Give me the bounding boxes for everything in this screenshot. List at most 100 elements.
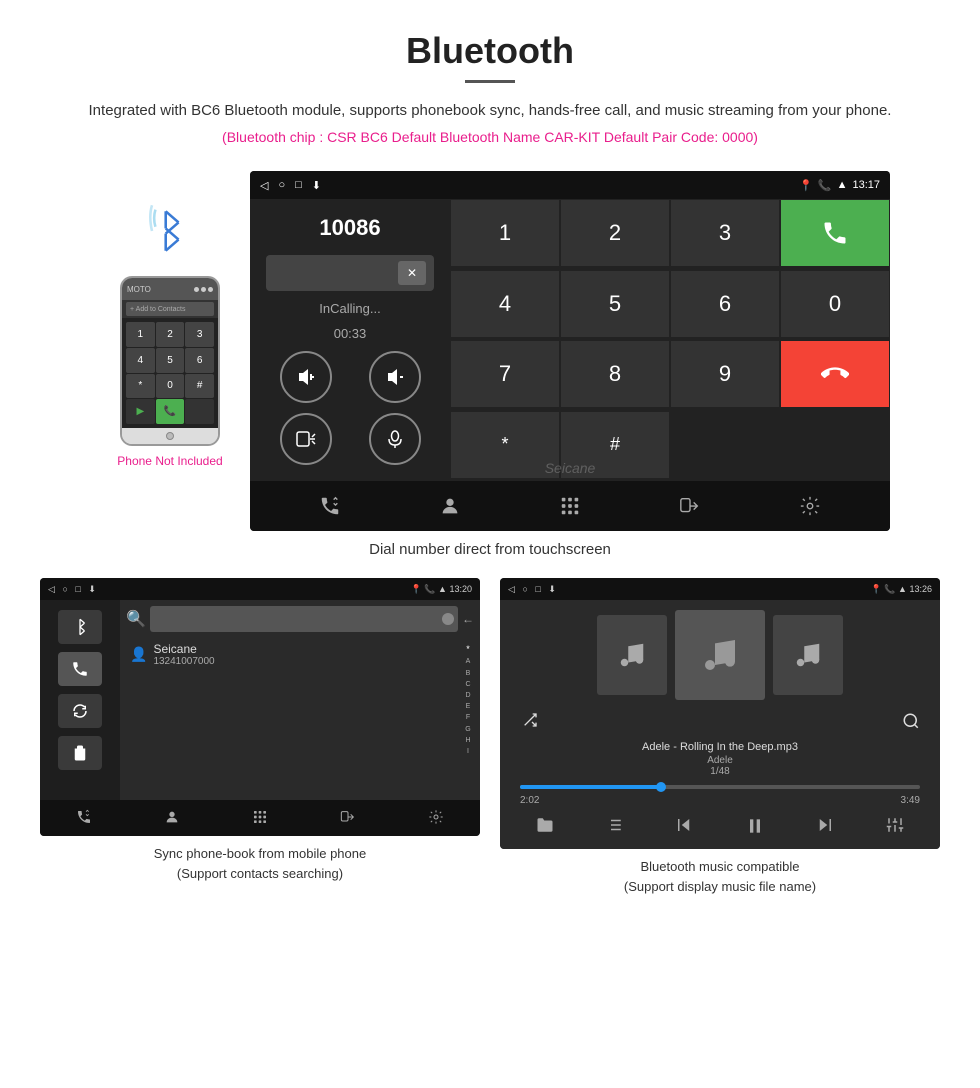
phone-status-dots	[194, 287, 213, 292]
phonebook-body: 🔍 ← 👤 Seicane 13241	[40, 600, 480, 800]
bluetooth-icon-area	[145, 201, 195, 266]
pb-delete-btn[interactable]	[58, 736, 102, 770]
pb-nav-circle-icon[interactable]: ○	[62, 584, 67, 594]
pb-search-icon[interactable]: 🔍	[126, 609, 146, 629]
pb-nav-back-icon[interactable]: ◁	[48, 584, 55, 594]
music-nav-square-icon[interactable]: □	[535, 584, 540, 594]
music-nav-icons: ◁ ○ □ ⬇	[508, 584, 556, 595]
dial-call-button[interactable]	[780, 199, 890, 267]
dial-key-hash[interactable]: #	[560, 411, 670, 479]
prev-track-icon[interactable]	[675, 816, 693, 839]
transfer-icon[interactable]	[672, 488, 708, 524]
pb-nav-square-icon[interactable]: □	[75, 584, 80, 594]
pb-back-arrow-icon[interactable]: ←	[462, 612, 474, 626]
playlist-icon[interactable]	[605, 816, 623, 839]
bt-call-icon[interactable]	[312, 488, 348, 524]
music-phone-icon: 📞	[884, 584, 895, 594]
in-calling-label: InCalling...	[319, 301, 380, 316]
volume-down-button[interactable]	[369, 351, 421, 403]
call-left-panel: 10086 ✕ InCalling... 00:33	[250, 199, 450, 481]
music-progress-area	[510, 785, 930, 789]
dial-key-0[interactable]: 0	[780, 270, 890, 338]
pb-bottom-contacts-icon[interactable]	[164, 809, 180, 828]
pb-caption: Sync phone-book from mobile phone (Suppo…	[40, 844, 480, 883]
play-pause-icon[interactable]	[745, 816, 765, 839]
call-input-bar: ✕	[266, 255, 434, 291]
pb-bluetooth-btn[interactable]	[58, 610, 102, 644]
pb-phone-btn[interactable]	[58, 652, 102, 686]
nav-back-icon[interactable]: ◁	[260, 179, 268, 192]
music-progress-dot	[656, 782, 666, 792]
dial-key-star[interactable]: *	[450, 411, 560, 479]
dial-key-6[interactable]: 6	[670, 270, 780, 338]
pb-contact-info: Seicane 13241007000	[153, 642, 214, 667]
music-time: 13:26	[909, 584, 932, 594]
wifi-icon: ▲	[837, 179, 848, 191]
backspace-button[interactable]: ✕	[398, 261, 426, 285]
page-description: Integrated with BC6 Bluetooth module, su…	[20, 99, 960, 123]
music-nav-back-icon[interactable]: ◁	[508, 584, 515, 594]
call-screen-body: 10086 ✕ InCalling... 00:33	[250, 199, 890, 481]
dial-key-4[interactable]: 4	[450, 270, 560, 338]
dial-key-8[interactable]: 8	[560, 340, 670, 408]
phonebook-car-screen: ◁ ○ □ ⬇ 📍 📞 ▲ 13:20	[40, 578, 480, 836]
dial-key-5[interactable]: 5	[560, 270, 670, 338]
music-status-bar: ◁ ○ □ ⬇ 📍 📞 ▲ 13:26	[500, 578, 940, 600]
nav-circle-icon[interactable]: ○	[278, 179, 285, 191]
music-time-current: 2:02	[520, 795, 539, 806]
pb-search-bar[interactable]	[150, 606, 458, 632]
pb-bottom-call-icon[interactable]	[76, 809, 92, 828]
volume-up-button[interactable]	[280, 351, 332, 403]
music-progress-fill	[520, 785, 660, 789]
bt-specs: (Bluetooth chip : CSR BC6 Default Blueto…	[20, 129, 960, 145]
music-title: Adele - Rolling In the Deep.mp3	[642, 741, 798, 753]
music-status-right: 📍 📞 ▲ 13:26	[871, 584, 932, 595]
folder-icon[interactable]	[536, 816, 554, 839]
dial-end-button[interactable]	[780, 340, 890, 408]
contacts-icon[interactable]	[432, 488, 468, 524]
pb-contact-item[interactable]: 👤 Seicane 13241007000	[126, 638, 462, 671]
status-nav-icons: ◁ ○ □ ⬇	[260, 179, 321, 192]
pb-bottom-transfer-icon[interactable]	[340, 809, 356, 828]
music-caption: Bluetooth music compatible (Support disp…	[500, 857, 940, 896]
pb-bottom-settings-icon[interactable]	[428, 809, 444, 828]
call-screen-status-bar: ◁ ○ □ ⬇ 📍 📞 ▲ 13:17	[250, 171, 890, 199]
next-track-icon[interactable]	[816, 816, 834, 839]
dial-key-7[interactable]: 7	[450, 340, 560, 408]
mute-button[interactable]	[369, 413, 421, 465]
dialpad-grid: 1 2 3 4 5 6 0 7 8 9	[450, 199, 890, 481]
dialpad-icon[interactable]	[552, 488, 588, 524]
music-screen-wrap: ◁ ○ □ ⬇ 📍 📞 ▲ 13:26	[500, 578, 940, 896]
main-caption: Dial number direct from touchscreen	[0, 541, 980, 558]
pb-wifi-icon: ▲	[438, 584, 447, 594]
music-artist: Adele	[642, 755, 798, 766]
page-container: Bluetooth Integrated with BC6 Bluetooth …	[0, 0, 980, 896]
music-art-left	[597, 615, 667, 695]
dial-key-3[interactable]: 3	[670, 199, 780, 267]
pb-bottom-dialpad-icon[interactable]	[252, 809, 268, 828]
location-icon: 📍	[799, 179, 813, 192]
music-nav-circle-icon[interactable]: ○	[522, 584, 527, 594]
shuffle-icon[interactable]	[520, 712, 540, 735]
dial-key-2[interactable]: 2	[560, 199, 670, 267]
dial-key-9[interactable]: 9	[670, 340, 780, 408]
music-track-num: 1/48	[642, 766, 798, 777]
pb-location-icon: 📍	[411, 584, 422, 594]
pb-contact-icon: 👤	[130, 646, 147, 663]
music-art-row	[597, 610, 843, 700]
search-music-icon[interactable]	[902, 712, 920, 735]
page-title: Bluetooth	[20, 30, 960, 72]
call-timer: 00:33	[334, 326, 367, 341]
phone-not-included-label: Phone Not Included	[117, 454, 222, 468]
equalizer-icon[interactable]	[886, 816, 904, 839]
music-progress-bar[interactable]	[520, 785, 920, 789]
pb-status-right: 📍 📞 ▲ 13:20	[411, 584, 472, 595]
status-time: 13:17	[852, 179, 880, 191]
dial-key-1[interactable]: 1	[450, 199, 560, 267]
nav-download-icon: ⬇	[312, 179, 321, 192]
pb-sync-btn[interactable]	[58, 694, 102, 728]
bluetooth-transfer-button[interactable]	[280, 413, 332, 465]
pb-bottom-bar	[40, 800, 480, 836]
settings-icon[interactable]	[792, 488, 828, 524]
nav-square-icon[interactable]: □	[295, 179, 302, 191]
